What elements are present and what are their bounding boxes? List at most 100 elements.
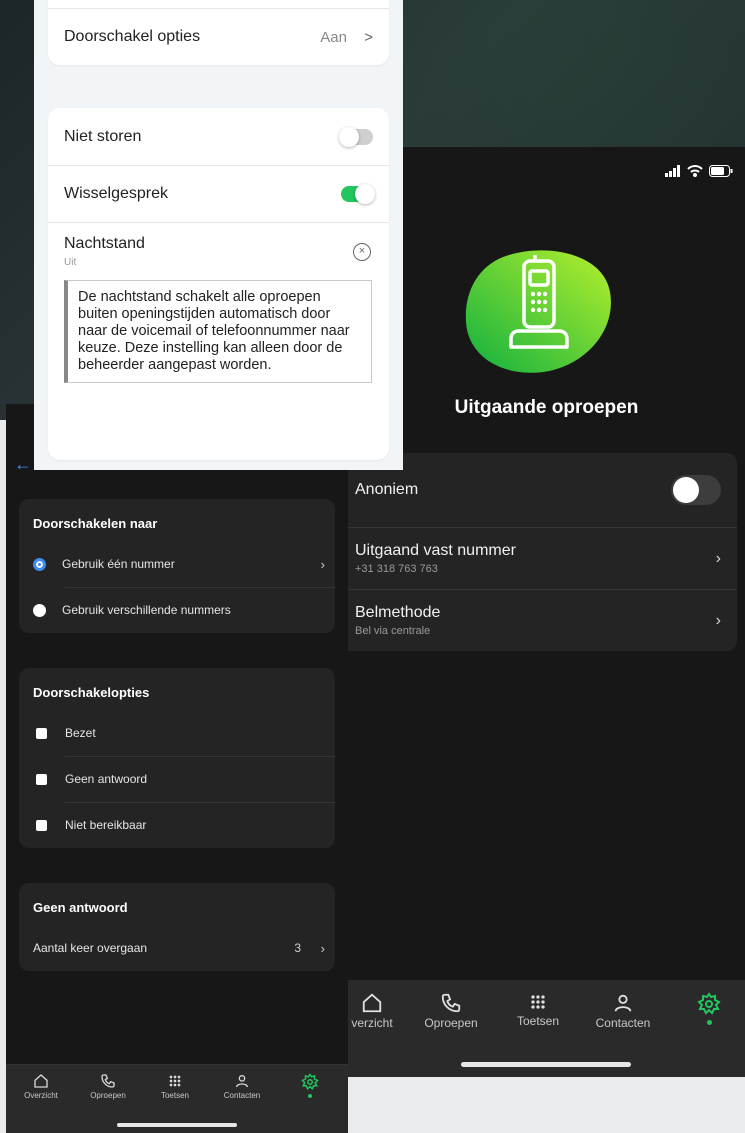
radio-unselected[interactable] (33, 603, 46, 617)
tab-calls[interactable]: Oproepen (411, 992, 491, 1030)
chevron-right-icon: › (320, 556, 325, 572)
phone-icon (101, 1074, 115, 1088)
bottom-tab-bar: verzicht Oproepen Toetsen Contacten (348, 980, 745, 1077)
dnd-toggle[interactable] (339, 126, 373, 147)
tab-label: verzicht (351, 1016, 393, 1030)
keypad-icon (531, 995, 545, 1009)
tab-overview[interactable]: Overzicht (9, 1073, 73, 1100)
anonymous-row[interactable]: Anoniem (348, 453, 737, 527)
chevron-right-icon: > (364, 28, 373, 46)
forward-options-value: Aan (320, 28, 347, 46)
signal-icon (665, 165, 680, 177)
call-settings-card: Niet storen Wisselgesprek Nachtstand Uit… (48, 108, 389, 460)
active-tab-dot (706, 1020, 712, 1025)
call-waiting-toggle[interactable] (341, 184, 375, 204)
outgoing-settings-card: Anoniem Uitgaand vast nummer +31 318 763… (348, 453, 737, 651)
tab-label: Oproepen (424, 1016, 478, 1030)
forward-options-card: Doorschakel opties Aan > (48, 0, 389, 65)
checkbox-row-no-answer[interactable]: Geen antwoord (19, 756, 335, 802)
fixed-number-value: +31 318 763 763 (355, 563, 438, 575)
dnd-row[interactable]: Niet storen (48, 108, 389, 165)
settings-gear-icon (697, 992, 721, 1015)
phone-icon (441, 993, 461, 1013)
rings-label: Aantal keer overgaan (33, 941, 148, 955)
left-phone-screen: ← Doorschakelen naar Gebruik één nummer … (6, 404, 348, 1133)
close-circle-icon[interactable]: × (353, 243, 371, 261)
status-bar (665, 165, 733, 177)
forward-options-row[interactable]: Doorschakel opties Aan > (48, 8, 389, 65)
chevron-right-icon: › (715, 611, 721, 629)
tab-keypad[interactable]: Toetsen (143, 1073, 207, 1100)
chevron-right-icon: › (715, 549, 721, 567)
checkbox[interactable] (36, 819, 47, 831)
battery-icon (709, 165, 733, 177)
call-waiting-label: Wisselgesprek (64, 185, 169, 202)
checkbox-label: Niet bereikbaar (65, 818, 147, 832)
tab-overview[interactable]: verzicht (348, 992, 412, 1030)
home-icon (362, 993, 382, 1013)
night-mode-description: De nachtstand schakelt alle oproepen bui… (64, 280, 372, 383)
home-icon (34, 1074, 48, 1088)
no-answer-title: Geen antwoord (33, 900, 128, 915)
checkbox[interactable] (36, 773, 47, 785)
option-multiple-numbers[interactable]: Gebruik verschillende nummers (19, 587, 335, 633)
rings-count-row[interactable]: Aantal keer overgaan 3 › (19, 925, 335, 971)
call-method-label: Belmethode (355, 604, 441, 621)
fixed-number-row[interactable]: Uitgaand vast nummer +31 318 763 763 › (348, 527, 737, 589)
toggle-knob (673, 477, 699, 503)
right-phone-screen: Uitgaande oproepen Anoniem Uitgaand vast… (348, 147, 745, 1077)
checkbox-label: Bezet (65, 726, 96, 740)
active-tab-dot (308, 1094, 312, 1098)
toggle-knob (355, 184, 375, 204)
forward-to-card: Doorschakelen naar Gebruik één nummer › … (19, 499, 335, 633)
handset-icon (465, 250, 611, 373)
rings-value: 3 (294, 941, 301, 955)
back-arrow-icon[interactable]: ← (14, 454, 32, 475)
contact-icon (614, 994, 632, 1012)
night-mode-status: Uit (64, 257, 77, 268)
contact-icon (236, 1075, 248, 1088)
tab-label: Toetsen (516, 1014, 560, 1028)
tab-settings[interactable] (278, 1073, 342, 1098)
wifi-icon (687, 165, 703, 177)
fixed-number-label: Uitgaand vast nummer (355, 542, 516, 559)
tab-label: Contacten (595, 1016, 651, 1030)
forward-options-label: Doorschakel opties (64, 28, 201, 45)
call-method-value: Bel via centrale (355, 625, 431, 637)
tab-label: Toetsen (160, 1091, 190, 1100)
option-label: Gebruik verschillende nummers (62, 603, 231, 617)
tab-label: Oproepen (90, 1091, 126, 1100)
dnd-label: Niet storen (64, 127, 142, 145)
option-single-number[interactable]: Gebruik één nummer › (19, 541, 335, 587)
home-indicator (461, 1062, 631, 1067)
tab-contacts[interactable]: Contacten (210, 1073, 274, 1100)
anonymous-toggle[interactable] (671, 475, 721, 505)
chevron-right-icon: › (320, 940, 325, 956)
checkbox[interactable] (36, 727, 47, 739)
light-settings-panel: Doorschakel opties Aan > Niet storen Wis… (34, 0, 403, 470)
tab-keypad[interactable]: Toetsen (498, 992, 578, 1028)
tab-label: Contacten (223, 1091, 261, 1100)
tab-label: Overzicht (24, 1091, 58, 1100)
forward-to-title: Doorschakelen naar (33, 516, 158, 531)
radio-selected[interactable] (33, 557, 46, 571)
call-method-row[interactable]: Belmethode Bel via centrale › (348, 589, 737, 651)
page-title: Uitgaande oproepen (454, 397, 639, 418)
checkbox-label: Geen antwoord (65, 772, 148, 786)
tab-settings[interactable] (669, 992, 745, 1025)
option-label: Gebruik één nummer (62, 557, 175, 571)
card-top-spacer (48, 0, 389, 8)
toggle-knob (339, 126, 359, 147)
tab-calls[interactable]: Oproepen (76, 1073, 140, 1100)
call-waiting-row[interactable]: Wisselgesprek (48, 165, 389, 222)
checkbox-row-unreachable[interactable]: Niet bereikbaar (19, 802, 335, 848)
tab-contacts[interactable]: Contacten (583, 992, 663, 1030)
no-answer-card: Geen antwoord Aantal keer overgaan 3 › (19, 883, 335, 971)
night-mode-label: Nachtstand (64, 235, 145, 252)
settings-gear-icon (301, 1073, 319, 1091)
bottom-tab-bar: Overzicht Oproepen Toetsen Contacten (6, 1064, 348, 1133)
checkbox-row-busy[interactable]: Bezet (19, 710, 335, 756)
keypad-icon (169, 1075, 181, 1087)
night-mode-section: Nachtstand Uit × De nachtstand schakelt … (48, 222, 389, 383)
forward-options-title: Doorschakelopties (33, 685, 150, 700)
